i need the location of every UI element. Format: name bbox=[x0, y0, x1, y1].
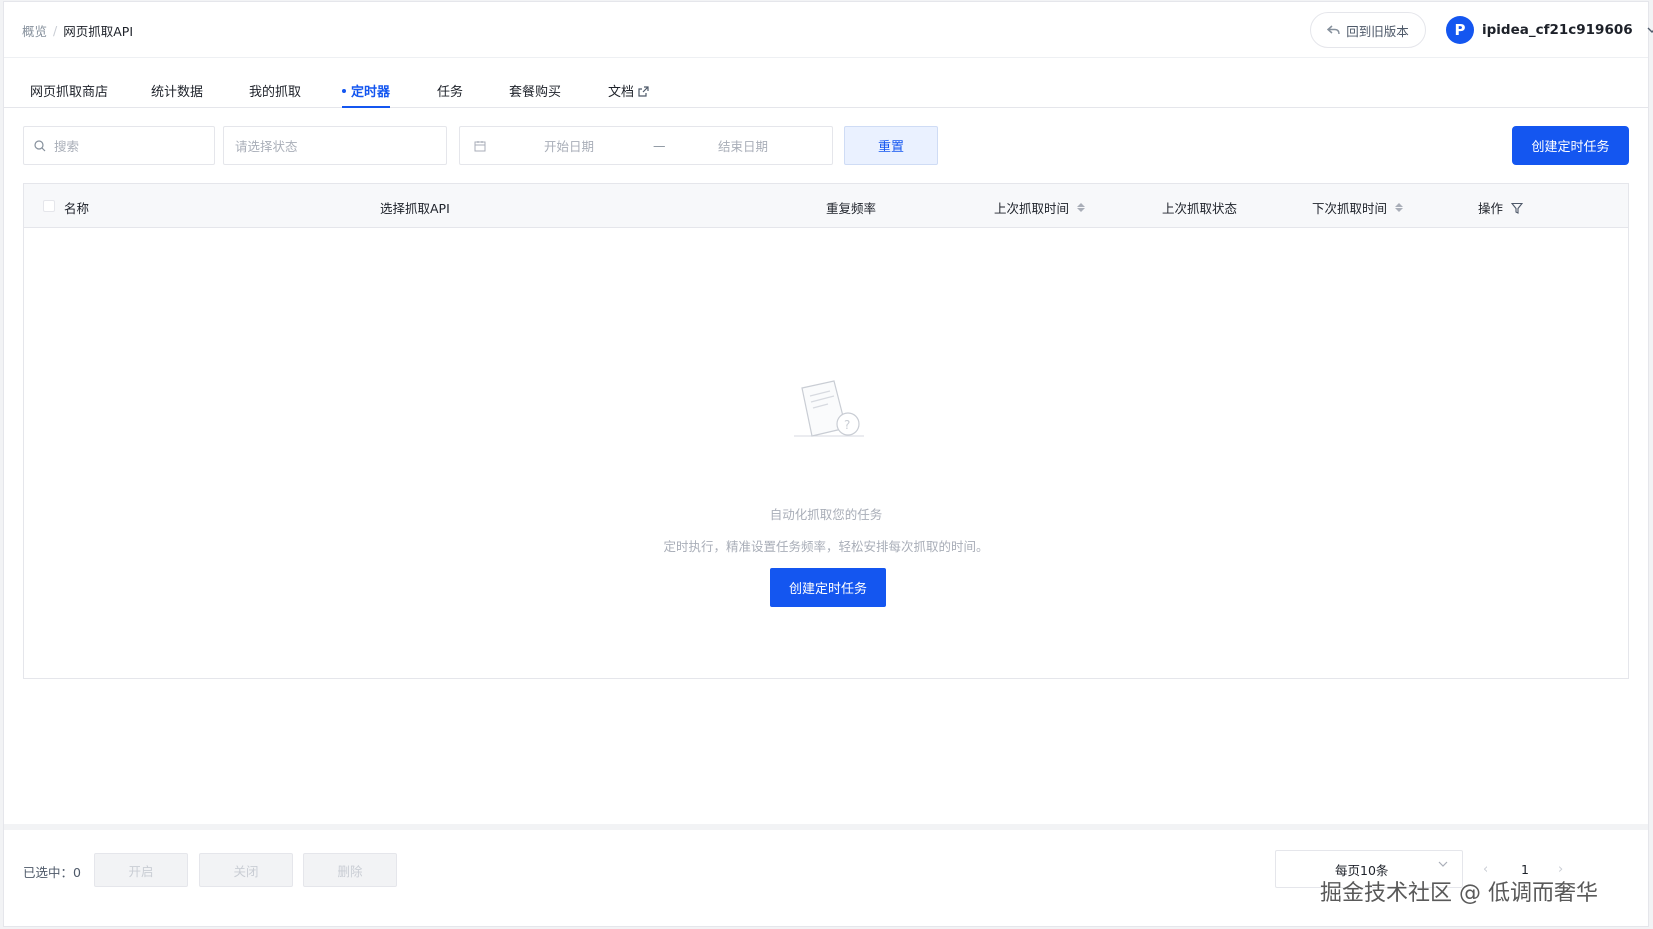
reset-button[interactable]: 重置 bbox=[844, 126, 938, 165]
filter-icon[interactable] bbox=[1511, 202, 1524, 214]
table-header: 名称 选择抓取API 重复频率 上次抓取时间 上次抓取状态 下次抓取时间 操作 bbox=[24, 184, 1628, 228]
tab-my-scrapes[interactable]: 我的抓取 bbox=[249, 81, 301, 108]
create-scheduled-task-button[interactable]: 创建定时任务 bbox=[1512, 126, 1629, 165]
end-date-input[interactable]: 结束日期 bbox=[718, 136, 768, 155]
enable-button[interactable]: 开启 bbox=[94, 853, 188, 887]
chevron-down-icon bbox=[1438, 861, 1448, 867]
top-bar: 概览 / 网页抓取API 回到旧版本 P ipidea_cf21c919606 bbox=[4, 2, 1653, 58]
return-arrow-icon bbox=[1327, 24, 1340, 34]
calendar-icon bbox=[474, 140, 486, 151]
user-menu[interactable]: P ipidea_cf21c919606 bbox=[1446, 16, 1653, 44]
scheduler-table: 名称 选择抓取API 重复频率 上次抓取时间 上次抓取状态 下次抓取时间 操作 … bbox=[23, 183, 1629, 679]
column-next-time[interactable]: 下次抓取时间 bbox=[1312, 198, 1404, 217]
active-dot-icon bbox=[342, 89, 346, 93]
column-label: 操作 bbox=[1478, 201, 1504, 216]
username: ipidea_cf21c919606 bbox=[1482, 22, 1633, 38]
external-link-icon bbox=[638, 86, 649, 97]
tab-label: 网页抓取商店 bbox=[30, 85, 109, 100]
chevron-down-icon bbox=[1647, 27, 1653, 33]
tab-bar: 网页抓取商店 统计数据 我的抓取 定时器 任务 套餐购买 文档 bbox=[4, 78, 1648, 108]
column-last-status: 上次抓取状态 bbox=[1162, 198, 1237, 217]
back-to-old-version-label: 回到旧版本 bbox=[1346, 23, 1409, 39]
create-scheduled-task-button-empty[interactable]: 创建定时任务 bbox=[770, 568, 886, 607]
selected-label: 已选中： bbox=[23, 865, 74, 880]
column-last-time[interactable]: 上次抓取时间 bbox=[994, 198, 1086, 217]
column-frequency: 重复频率 bbox=[826, 198, 876, 217]
tab-scraper-store[interactable]: 网页抓取商店 bbox=[30, 81, 108, 108]
breadcrumb-current: 网页抓取API bbox=[63, 24, 134, 39]
svg-text:?: ? bbox=[844, 418, 850, 432]
date-range-picker[interactable]: 开始日期 — 结束日期 bbox=[459, 126, 833, 165]
search-icon bbox=[34, 139, 46, 151]
watermark: 掘金技术社区 @ 低调而奢华 bbox=[1320, 881, 1598, 906]
tab-docs[interactable]: 文档 bbox=[608, 81, 649, 108]
column-label: 上次抓取状态 bbox=[1162, 201, 1238, 216]
date-separator: — bbox=[653, 138, 666, 153]
delete-button[interactable]: 删除 bbox=[303, 853, 397, 887]
disable-button[interactable]: 关闭 bbox=[199, 853, 293, 887]
status-placeholder: 请选择状态 bbox=[235, 139, 298, 154]
tab-plan-purchase[interactable]: 套餐购买 bbox=[509, 81, 561, 108]
column-actions: 操作 bbox=[1478, 198, 1524, 217]
footer-divider bbox=[4, 824, 1648, 830]
empty-state: ? 自动化抓取您的任务 定时执行，精准设置任务频率，轻松安排每次抓取的时间。 创… bbox=[24, 228, 1628, 678]
empty-document-icon: ? bbox=[794, 380, 864, 437]
app-window: 概览 / 网页抓取API 回到旧版本 P ipidea_cf21c919606 … bbox=[3, 1, 1653, 927]
sort-icon[interactable] bbox=[1395, 203, 1404, 212]
tab-label: 定时器 bbox=[351, 85, 391, 100]
column-api: 选择抓取API bbox=[380, 198, 450, 217]
tab-label: 我的抓取 bbox=[249, 85, 302, 100]
empty-title: 自动化抓取您的任务 bbox=[769, 507, 883, 522]
search-placeholder: 搜索 bbox=[54, 139, 80, 154]
column-name: 名称 bbox=[64, 198, 89, 217]
breadcrumb: 概览 / 网页抓取API bbox=[22, 21, 133, 40]
search-input[interactable]: 搜索 bbox=[23, 126, 215, 165]
selected-count: 已选中：0 bbox=[23, 862, 81, 881]
status-select[interactable]: 请选择状态 bbox=[223, 126, 447, 165]
column-label: 名称 bbox=[64, 201, 90, 216]
column-label: 上次抓取时间 bbox=[994, 201, 1070, 216]
breadcrumb-separator: / bbox=[53, 23, 58, 38]
column-label: 重复频率 bbox=[826, 201, 877, 216]
back-to-old-version-button[interactable]: 回到旧版本 bbox=[1310, 12, 1426, 48]
sort-icon[interactable] bbox=[1077, 203, 1086, 212]
start-date-input[interactable]: 开始日期 bbox=[544, 136, 594, 155]
select-all-checkbox[interactable] bbox=[43, 200, 55, 212]
selected-count-value: 0 bbox=[73, 865, 81, 880]
tab-tasks[interactable]: 任务 bbox=[437, 81, 463, 108]
tab-label: 套餐购买 bbox=[509, 85, 562, 100]
breadcrumb-overview[interactable]: 概览 bbox=[22, 21, 47, 40]
tab-scheduler[interactable]: 定时器 bbox=[342, 81, 391, 108]
tab-label: 文档 bbox=[608, 85, 635, 100]
tab-label: 统计数据 bbox=[151, 85, 204, 100]
tab-label: 任务 bbox=[437, 85, 464, 100]
column-label: 下次抓取时间 bbox=[1312, 201, 1388, 216]
column-label: 选择抓取API bbox=[380, 201, 450, 216]
empty-description: 定时执行，精准设置任务频率，轻松安排每次抓取的时间。 bbox=[663, 539, 989, 554]
avatar: P bbox=[1446, 16, 1474, 44]
tab-statistics[interactable]: 统计数据 bbox=[151, 81, 203, 108]
